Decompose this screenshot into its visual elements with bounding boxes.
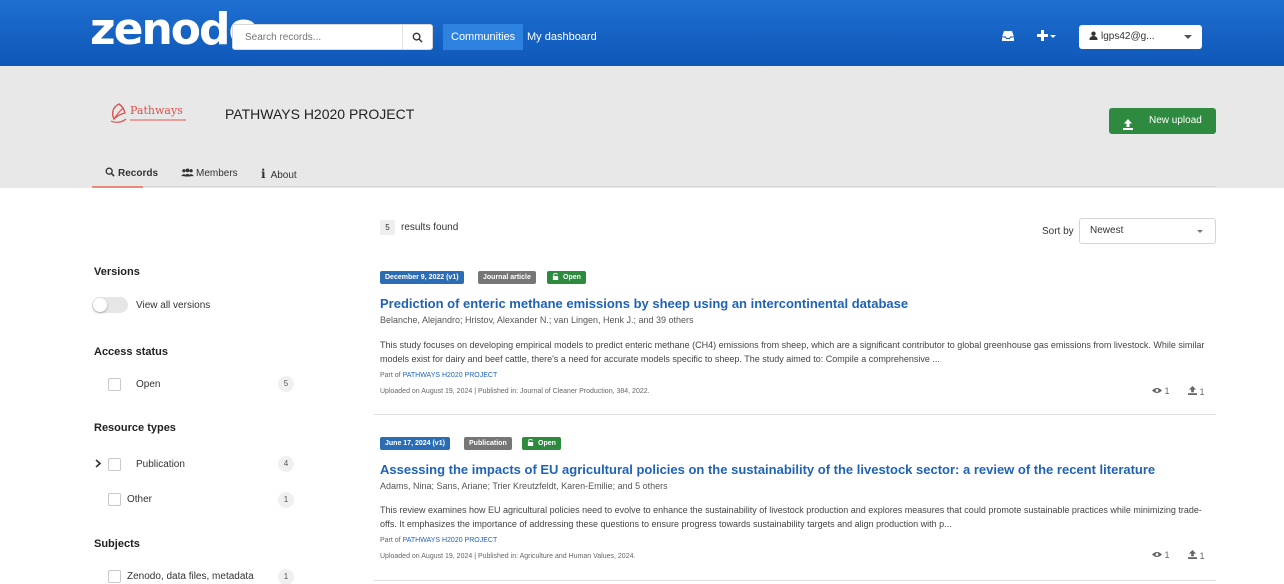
tab-records-label: Records xyxy=(118,168,159,179)
chevron-right-icon[interactable] xyxy=(95,459,102,471)
record-description: This review examines how EU agricultural… xyxy=(380,505,1202,529)
tab-members[interactable]: Members xyxy=(181,160,238,188)
tab-about-label: About xyxy=(270,170,297,181)
view-all-versions-toggle[interactable] xyxy=(92,297,128,313)
active-tab-indicator xyxy=(92,186,143,188)
record-date-badge: June 17, 2024 (v1) xyxy=(380,437,450,450)
part-of-community-link[interactable]: PATHWAYS H2020 PROJECT xyxy=(403,537,498,544)
record-title-link[interactable]: Prediction of enteric methane emissions … xyxy=(380,296,908,311)
eye-icon xyxy=(1152,552,1162,557)
filter-other-label: Other xyxy=(127,494,153,505)
part-of-label: Part of xyxy=(380,372,401,379)
record-views: 1 xyxy=(1152,386,1170,396)
record-views-count: 1 xyxy=(1164,550,1170,560)
download-icon xyxy=(1188,550,1197,559)
filter-open-label: Open xyxy=(136,379,161,390)
navbar: zenodo Communities My dashboard lgps42@g… xyxy=(0,0,1284,66)
filter-publication-label: Publication xyxy=(136,459,185,470)
record-part-of: Part of PATHWAYS H2020 PROJECT xyxy=(380,372,497,379)
user-email: lgps42@g... xyxy=(1101,31,1155,42)
sort-value: Newest xyxy=(1090,225,1124,236)
results-count-number: 5 xyxy=(380,220,395,235)
record-downloads-count: 1 xyxy=(1199,387,1205,397)
record-type-badge: Journal article xyxy=(478,271,536,284)
part-of-label: Part of xyxy=(380,537,401,544)
record-part-of: Part of PATHWAYS H2020 PROJECT xyxy=(380,537,497,544)
results-count: 5 results found xyxy=(380,220,458,235)
record-upload-meta: Uploaded on August 19, 2024 | Published … xyxy=(380,553,636,560)
search-icon xyxy=(412,32,423,43)
record-title-link[interactable]: Assessing the impacts of EU agricultural… xyxy=(380,462,1155,477)
access-status-title: Access status xyxy=(94,346,168,358)
unlock-icon xyxy=(527,438,534,446)
sort-by-label: Sort by xyxy=(1042,226,1074,237)
plus-menu-icon[interactable] xyxy=(1037,30,1057,44)
record-type-badge: Publication xyxy=(464,437,512,450)
user-menu-button[interactable]: lgps42@g... xyxy=(1079,25,1202,49)
filter-publication-count: 4 xyxy=(278,456,294,472)
nav-communities[interactable]: Communities xyxy=(443,24,524,50)
new-upload-label: New upload xyxy=(1149,115,1202,126)
tab-about[interactable]: i About xyxy=(261,160,297,188)
record-access-label: Open xyxy=(563,274,581,281)
toggle-knob xyxy=(93,298,107,312)
record-date-badge: December 9, 2022 (v1) xyxy=(380,271,464,284)
search-box xyxy=(232,24,433,50)
new-upload-button[interactable]: New upload xyxy=(1109,108,1216,134)
inbox-icon[interactable] xyxy=(1001,30,1015,44)
info-icon: i xyxy=(261,167,266,181)
record-divider xyxy=(374,580,1216,581)
record-access-badge: Open xyxy=(547,271,586,284)
tab-members-label: Members xyxy=(196,168,238,179)
filter-open-count: 5 xyxy=(278,376,294,392)
record-access-label: Open xyxy=(538,440,556,447)
record-upload-meta: Uploaded on August 19, 2024 | Published … xyxy=(380,388,650,395)
filter-subject-count: 1 xyxy=(278,569,294,584)
user-icon xyxy=(1089,31,1098,40)
subjects-title: Subjects xyxy=(94,538,140,550)
record-downloads: 1 xyxy=(1188,386,1205,397)
record-authors: Belanche, Alejandro; Hristov, Alexander … xyxy=(380,315,694,325)
upload-icon xyxy=(1123,115,1133,141)
chevron-down-icon xyxy=(1184,35,1192,39)
record-downloads-count: 1 xyxy=(1199,551,1205,561)
part-of-community-link[interactable]: PATHWAYS H2020 PROJECT xyxy=(403,372,498,379)
sort-select[interactable]: Newest xyxy=(1079,218,1216,244)
users-icon xyxy=(181,168,194,177)
nav-my-dashboard[interactable]: My dashboard xyxy=(527,24,597,50)
pathways-leaf-icon xyxy=(110,103,127,123)
search-button[interactable] xyxy=(402,25,432,49)
record-authors: Adams, Nina; Sans, Ariane; Trier Kreutzf… xyxy=(380,481,668,491)
tabs-divider xyxy=(92,186,1216,187)
filter-subject-label: Zenodo, data files, metadata xyxy=(127,571,254,582)
tab-records[interactable]: Records xyxy=(92,160,158,188)
view-all-versions-label: View all versions xyxy=(136,300,211,311)
eye-icon xyxy=(1152,388,1162,393)
record-divider xyxy=(374,414,1216,415)
community-logo-text: Pathways xyxy=(130,104,183,117)
download-icon xyxy=(1188,386,1197,395)
filter-other-count: 1 xyxy=(278,492,294,508)
record-downloads: 1 xyxy=(1188,550,1205,561)
community-logo: Pathways xyxy=(108,100,188,130)
resource-types-title: Resource types xyxy=(94,422,176,434)
versions-title: Versions xyxy=(94,266,140,278)
record-views: 1 xyxy=(1152,550,1170,560)
results-count-label: results found xyxy=(401,222,459,233)
search-icon xyxy=(105,167,115,177)
record-access-badge: Open xyxy=(522,437,561,450)
chevron-down-icon xyxy=(1197,230,1203,233)
filter-open-checkbox[interactable] xyxy=(108,378,121,391)
filter-other-checkbox[interactable] xyxy=(108,493,121,506)
unlock-icon xyxy=(552,272,559,280)
record-views-count: 1 xyxy=(1164,386,1170,396)
filter-subject-checkbox[interactable] xyxy=(108,570,121,583)
logo-tagline-decoration xyxy=(130,119,186,121)
record-description: This study focuses on developing empiric… xyxy=(380,340,1205,364)
community-title: PATHWAYS H2020 PROJECT xyxy=(225,106,415,122)
filter-publication-checkbox[interactable] xyxy=(108,458,121,471)
search-input[interactable] xyxy=(233,25,403,49)
